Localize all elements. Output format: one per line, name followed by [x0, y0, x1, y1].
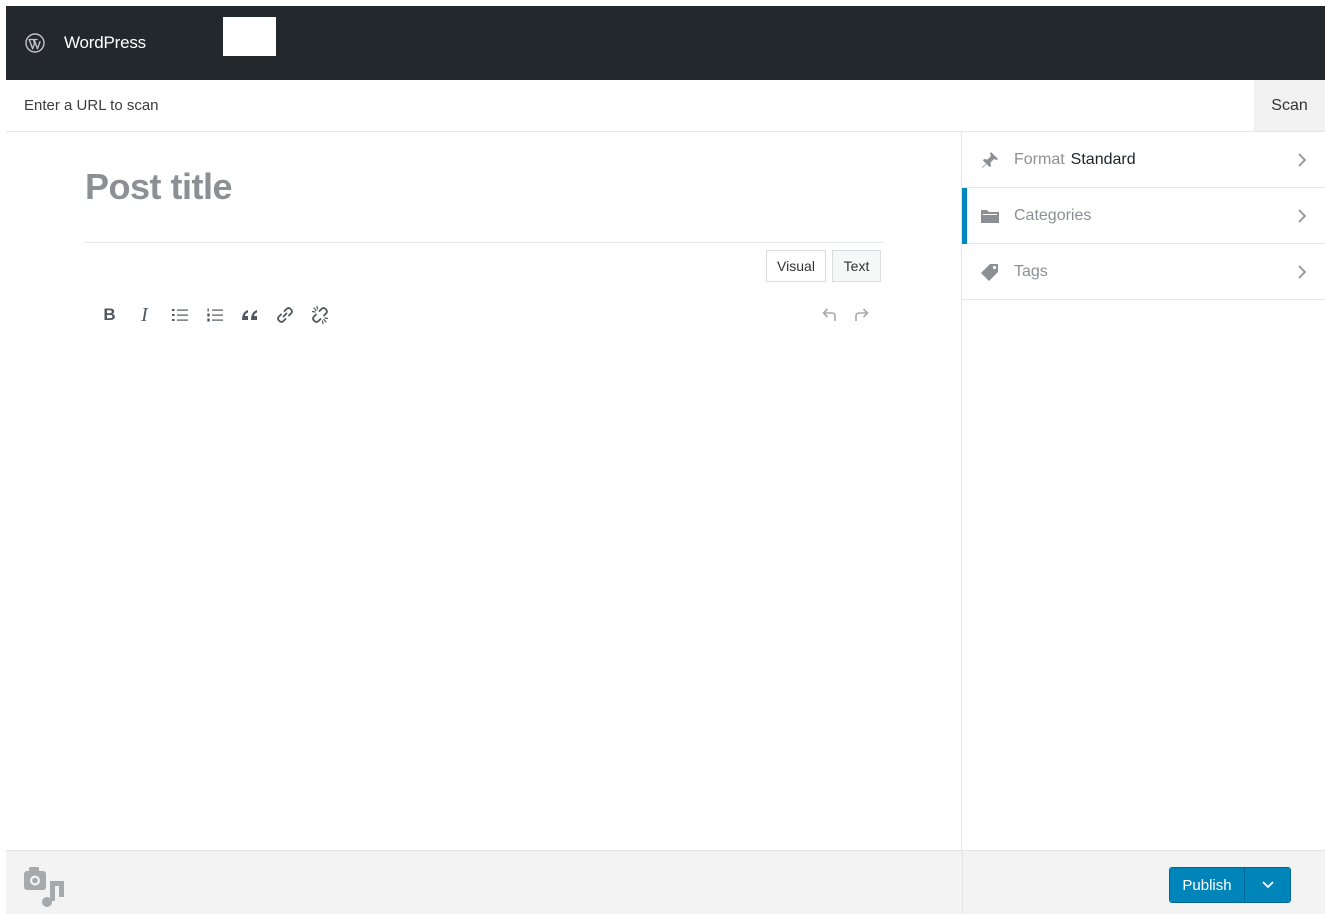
publish-button[interactable]: Publish	[1170, 868, 1244, 902]
chevron-right-icon	[1298, 209, 1307, 223]
pin-icon	[982, 152, 998, 168]
sidebar-item-tags[interactable]: Tags	[962, 244, 1325, 300]
app-window: WordPress Scan Post title Visual Text B …	[6, 6, 1325, 914]
numbered-list-button[interactable]	[197, 302, 232, 328]
sidebar-item-categories[interactable]: Categories	[962, 188, 1325, 244]
bulleted-list-icon	[171, 309, 188, 321]
bulleted-list-button[interactable]	[162, 302, 197, 328]
sidebar-item-label: Format Standard	[1014, 151, 1136, 169]
scan-button[interactable]: Scan	[1254, 80, 1325, 131]
folder-icon	[981, 210, 999, 223]
app-title[interactable]: WordPress	[64, 33, 146, 53]
chevron-down-icon	[1261, 881, 1274, 889]
redacted-box	[223, 17, 276, 56]
redo-icon	[854, 308, 869, 321]
sidebar-item-label: Tags	[1014, 262, 1048, 280]
top-bar: WordPress	[6, 6, 1325, 80]
sidebar-item-format[interactable]: Format Standard	[962, 132, 1325, 188]
post-settings-sidebar: Format Standard Categories Tags	[962, 132, 1325, 850]
chevron-right-icon	[1298, 265, 1307, 279]
title-divider	[85, 242, 883, 243]
publish-button-group: Publish	[1169, 867, 1291, 903]
bottom-bar: Publish	[6, 850, 1325, 914]
format-label: Format	[1014, 150, 1065, 168]
text-tab[interactable]: Text	[832, 250, 881, 282]
undo-button[interactable]	[812, 302, 845, 328]
undo-icon	[821, 308, 836, 321]
redo-button[interactable]	[845, 302, 878, 328]
numbered-list-icon	[206, 308, 223, 322]
insert-link-button[interactable]	[267, 302, 302, 328]
publish-options-toggle[interactable]	[1244, 868, 1290, 902]
blockquote-button[interactable]	[232, 302, 267, 328]
link-icon	[276, 307, 293, 323]
url-input[interactable]	[6, 80, 1254, 131]
editor-panel: Post title Visual Text B I	[6, 132, 962, 850]
remove-link-button[interactable]	[302, 302, 337, 328]
sidebar-item-label: Categories	[1014, 206, 1092, 224]
tag-icon	[981, 264, 998, 281]
undo-redo-group	[812, 302, 878, 328]
bottom-divider	[962, 851, 963, 914]
quote-icon	[241, 310, 257, 320]
wordpress-logo-icon	[25, 33, 45, 53]
bold-button[interactable]: B	[92, 302, 127, 328]
post-title-input[interactable]: Post title	[85, 166, 233, 208]
url-bar: Scan	[6, 80, 1325, 132]
formatting-toolbar: B I	[92, 302, 337, 328]
visual-tab[interactable]: Visual	[766, 250, 826, 282]
camera-music-logo-icon	[24, 867, 64, 907]
italic-button[interactable]: I	[127, 302, 162, 328]
chevron-right-icon	[1298, 153, 1307, 167]
format-value: Standard	[1070, 150, 1136, 168]
unlink-icon	[311, 305, 328, 325]
